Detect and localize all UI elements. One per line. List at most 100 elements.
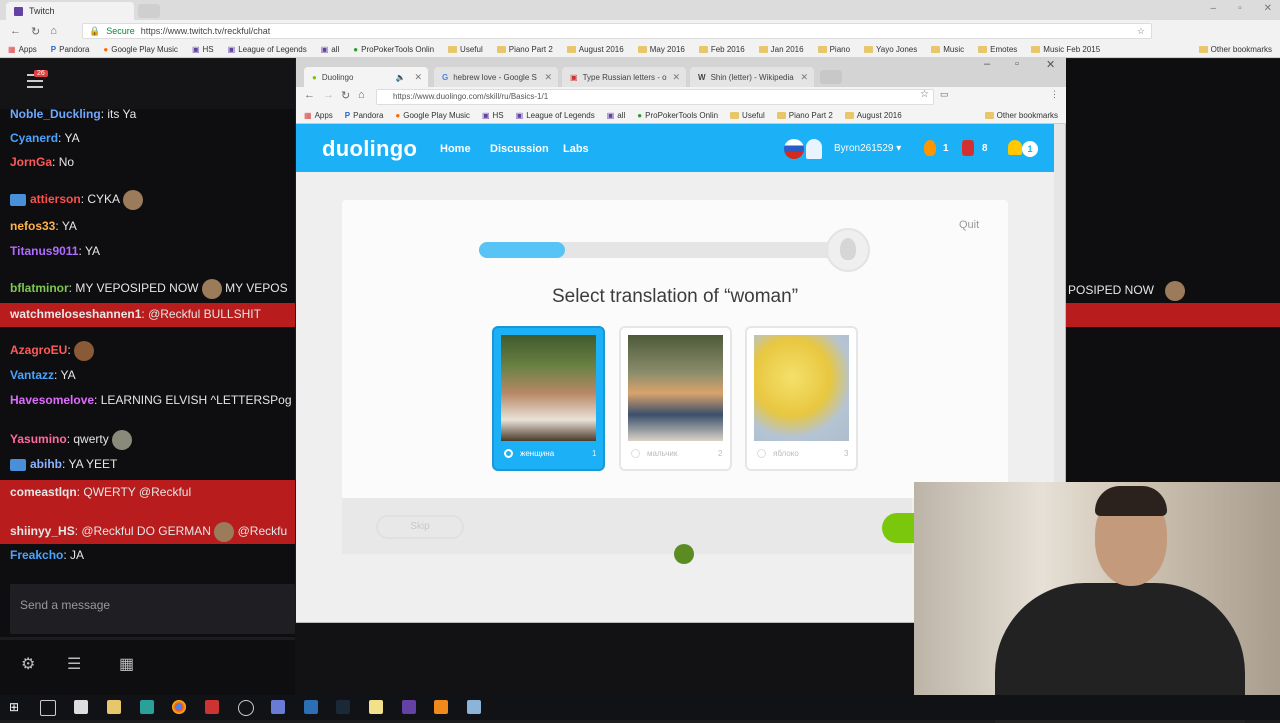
radio-icon[interactable] — [631, 449, 640, 458]
outer-bookmark[interactable]: Feb 2016 — [698, 45, 745, 54]
reload-icon[interactable]: ↻ — [31, 25, 40, 38]
chat-username[interactable]: JornGa — [10, 155, 52, 169]
store-icon[interactable] — [74, 700, 88, 714]
chat-username[interactable]: Yasumino — [10, 432, 67, 446]
chat-username[interactable]: abihb — [30, 457, 62, 471]
chat-username[interactable]: watchmeloseshannen1 — [10, 307, 141, 321]
chat-username[interactable]: Noble_Duckling — [10, 107, 101, 121]
outer-bookmark[interactable]: ▣ all — [321, 45, 340, 54]
new-tab-button[interactable] — [138, 4, 160, 18]
app-icon[interactable] — [205, 700, 219, 714]
minimize-icon[interactable]: – — [1211, 3, 1217, 14]
chat-username[interactable]: bflatminor — [10, 281, 69, 295]
tab-close-icon[interactable]: ✕ — [800, 72, 808, 83]
back-icon[interactable]: ← — [304, 89, 315, 101]
home-icon[interactable]: ⌂ — [358, 89, 365, 101]
outer-bookmark[interactable]: May 2016 — [637, 45, 685, 54]
outer-bookmark[interactable]: Piano — [817, 45, 850, 54]
inner-tab-google[interactable]: G hebrew love - Google S ✕ — [434, 67, 558, 87]
outer-bookmark[interactable]: Yayo Jones — [864, 45, 917, 54]
chat-username[interactable]: AzagroEU — [10, 343, 67, 357]
outer-bookmark[interactable]: ▦ Apps — [8, 45, 37, 54]
skip-button[interactable]: Skip — [376, 515, 464, 539]
chat-username[interactable]: Freakcho — [10, 548, 63, 562]
nav-labs[interactable]: Labs — [563, 143, 589, 155]
steam-icon[interactable] — [336, 700, 350, 714]
avatar[interactable] — [806, 139, 822, 159]
inner-tab-russian[interactable]: ▣ Type Russian letters - o ✕ — [562, 67, 686, 87]
app-icon[interactable] — [140, 700, 154, 714]
star-icon[interactable]: ☆ — [1137, 26, 1145, 37]
tab-close-icon[interactable]: ✕ — [544, 72, 552, 83]
forward-icon[interactable]: → — [323, 89, 334, 101]
inner-tab-duolingo[interactable]: ● Duolingo 🔈 ✕ — [304, 67, 428, 87]
app-icon[interactable] — [467, 700, 481, 714]
radio-icon[interactable] — [757, 449, 766, 458]
chat-username[interactable]: Havesomelove — [10, 393, 94, 407]
inner-bookmark[interactable]: ▣ all — [607, 111, 626, 120]
obs-icon[interactable] — [238, 700, 254, 716]
chat-username[interactable]: nefos33 — [10, 219, 55, 233]
outer-bookmark[interactable]: August 2016 — [566, 45, 624, 54]
notes-icon[interactable] — [369, 700, 383, 714]
inner-tab-wikipedia[interactable]: W Shin (letter) - Wikipedia ✕ — [690, 67, 814, 87]
maximize-icon[interactable]: ▫ — [1238, 3, 1242, 14]
radio-selected-icon[interactable] — [504, 449, 513, 458]
other-bookmarks[interactable]: Other bookmarks — [1198, 45, 1272, 54]
tab-close-icon[interactable]: ✕ — [672, 72, 680, 83]
vlc-icon[interactable] — [434, 700, 448, 714]
outer-bookmark[interactable]: ▣ League of Legends — [228, 45, 307, 54]
chat-message-input[interactable]: Send a message — [10, 584, 295, 634]
bell-icon[interactable] — [1008, 140, 1022, 155]
nav-discussion[interactable]: Discussion — [490, 143, 549, 155]
outer-bookmark[interactable]: Piano Part 2 — [496, 45, 553, 54]
twitch-icon[interactable] — [402, 700, 416, 714]
inner-bookmark[interactable]: Useful — [730, 111, 765, 120]
outer-bookmark[interactable]: Music Feb 2015 — [1031, 45, 1100, 54]
outer-bookmark[interactable]: Useful — [448, 45, 483, 54]
chat-username[interactable]: Vantazz — [10, 368, 54, 382]
app-icon[interactable] — [304, 700, 318, 714]
nav-home[interactable]: Home — [440, 143, 471, 155]
inner-bookmark[interactable]: ● Google Play Music — [395, 111, 470, 120]
reload-icon[interactable]: ↻ — [341, 89, 350, 102]
cast-icon[interactable]: ▭ — [940, 89, 949, 100]
more-options-icon[interactable]: ⋮ — [1050, 89, 1059, 100]
chat-username[interactable]: Cyanerd — [10, 131, 58, 145]
chrome-icon[interactable] — [172, 700, 186, 714]
inner-bookmark[interactable]: August 2016 — [844, 111, 902, 120]
duolingo-logo[interactable]: duolingo — [322, 136, 417, 162]
gift-icon[interactable]: ▦ — [119, 654, 134, 674]
maximize-icon[interactable]: ▫ — [1015, 58, 1019, 70]
outer-bookmark[interactable]: ● ProPokerTools Onlin — [353, 45, 434, 54]
inner-new-tab-button[interactable] — [820, 70, 842, 84]
windows-start-icon[interactable]: ⊞ — [9, 700, 23, 714]
outer-bookmark[interactable]: Jan 2016 — [758, 45, 804, 54]
chat-username[interactable]: shiinyy_HS — [10, 524, 75, 538]
chat-username[interactable]: comeastlqn — [10, 485, 77, 499]
inner-bookmark[interactable]: ▣ League of Legends — [516, 111, 595, 120]
streak-flame-icon[interactable] — [924, 140, 936, 156]
outer-bookmark[interactable]: P Pandora — [51, 45, 90, 54]
lingot-icon[interactable] — [962, 140, 974, 156]
home-icon[interactable]: ⌂ — [50, 25, 57, 38]
back-icon[interactable]: ← — [10, 25, 21, 38]
inner-bookmark[interactable]: ▦ Apps — [304, 111, 333, 120]
outer-tab-twitch[interactable]: Twitch — [6, 2, 134, 20]
inner-bookmark[interactable]: P Pandora — [345, 111, 384, 120]
outer-bookmark[interactable]: ▣ HS — [192, 45, 214, 54]
outer-bookmark[interactable]: Music — [931, 45, 964, 54]
outer-url-field[interactable]: 🔒 Secure https://www.twitch.tv/reckful/c… — [82, 23, 1152, 39]
settings-gear-icon[interactable]: ⚙ — [21, 654, 35, 674]
inner-bookmark[interactable]: ● ProPokerTools Onlin — [637, 111, 718, 120]
chat-username[interactable]: Titanus9011 — [10, 244, 78, 258]
tab-close-icon[interactable]: ✕ — [414, 72, 422, 83]
viewer-list-icon[interactable]: ☰ — [67, 654, 81, 674]
app-icon[interactable] — [271, 700, 285, 714]
inner-bookmark[interactable]: Piano Part 2 — [776, 111, 833, 120]
close-icon[interactable]: ✕ — [1046, 58, 1055, 71]
quit-button[interactable]: Quit — [959, 219, 979, 231]
chat-username[interactable]: attierson — [30, 192, 81, 206]
outer-bookmark[interactable]: ● Google Play Music — [103, 45, 178, 54]
task-view-icon[interactable] — [40, 700, 56, 716]
